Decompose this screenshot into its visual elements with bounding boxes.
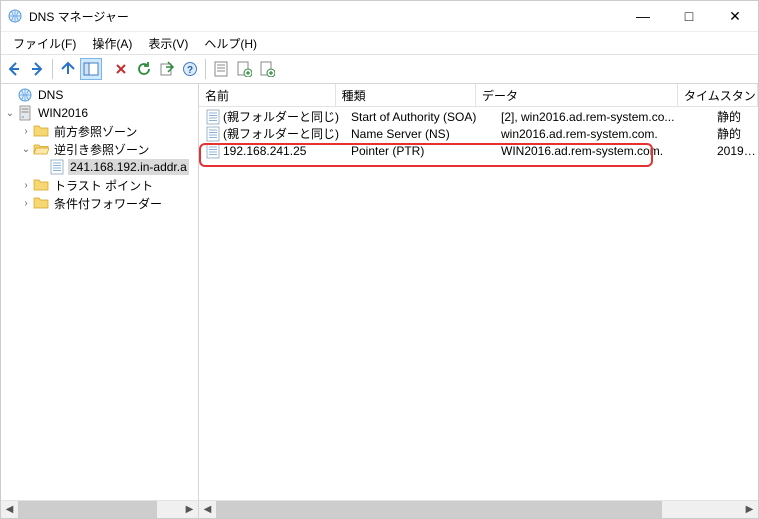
help-button[interactable] — [179, 58, 201, 80]
tree-label: DNS — [36, 87, 65, 103]
col-ts[interactable]: タイムスタンプ — [678, 84, 758, 106]
collapse-icon[interactable]: ⌄ — [19, 142, 33, 156]
nav-forward-button[interactable] — [26, 58, 48, 80]
record-icon — [205, 109, 221, 125]
scroll-right-icon[interactable]: ▶ — [181, 501, 198, 518]
tree-label: WIN2016 — [36, 105, 90, 121]
list-hscrollbar[interactable]: ◀ ▶ — [199, 500, 758, 518]
cell-name: (親フォルダーと同じ) — [223, 108, 339, 125]
new-record-button[interactable] — [233, 58, 255, 80]
window-controls: — □ ✕ — [620, 1, 758, 31]
body-area: ▷ DNS ⌄ WIN2016 › 前方参照ゾーン — [1, 84, 758, 518]
cell-data: WIN2016.ad.rem-system.com. — [495, 144, 711, 158]
dns-icon — [17, 87, 33, 103]
server-icon — [17, 105, 33, 121]
col-name[interactable]: 名前 — [199, 84, 336, 106]
cell-data: win2016.ad.rem-system.com. — [495, 127, 711, 141]
show-tree-button[interactable] — [80, 58, 102, 80]
tree[interactable]: ▷ DNS ⌄ WIN2016 › 前方参照ゾーン — [1, 84, 198, 500]
tree-label: 逆引き参照ゾーン — [52, 140, 151, 159]
folder-icon — [33, 195, 49, 211]
record-icon — [205, 143, 221, 159]
cell-type: Start of Authority (SOA) — [345, 110, 495, 124]
folder-icon — [33, 177, 49, 193]
expand-icon[interactable]: › — [19, 124, 33, 138]
col-data[interactable]: データ — [476, 84, 678, 106]
menu-view[interactable]: 表示(V) — [140, 33, 196, 54]
expand-icon[interactable]: › — [19, 196, 33, 210]
menu-action[interactable]: 操作(A) — [84, 33, 140, 54]
list-row[interactable]: (親フォルダーと同じ) Start of Authority (SOA) [2]… — [199, 108, 758, 125]
cell-type: Name Server (NS) — [345, 127, 495, 141]
dns-manager-window: DNS マネージャー — □ ✕ ファイル(F) 操作(A) 表示(V) ヘルプ… — [0, 0, 759, 519]
separator — [52, 59, 53, 79]
tree-label: 前方参照ゾーン — [52, 122, 139, 141]
tree-node-conditional-forwarders[interactable]: › 条件付フォワーダー — [1, 194, 198, 212]
window-title: DNS マネージャー — [29, 8, 620, 25]
list-panel: 名前 種類 データ タイムスタンプ (親フォルダーと同じ) Start of A… — [199, 84, 758, 518]
tree-node-reverse-zones[interactable]: ⌄ 逆引き参照ゾーン — [1, 140, 198, 158]
cell-ts: 静的 — [711, 125, 758, 142]
nav-up-button[interactable] — [57, 58, 79, 80]
nav-back-button[interactable] — [3, 58, 25, 80]
separator — [205, 59, 206, 79]
tree-panel: ▷ DNS ⌄ WIN2016 › 前方参照ゾーン — [1, 84, 199, 518]
menubar: ファイル(F) 操作(A) 表示(V) ヘルプ(H) — [1, 32, 758, 55]
tree-node-reverse-zone-item[interactable]: 241.168.192.in-addr.a — [1, 158, 198, 176]
folder-icon — [33, 123, 49, 139]
expand-icon[interactable]: › — [19, 178, 33, 192]
scroll-right-icon[interactable]: ▶ — [741, 501, 758, 518]
zone-icon — [49, 159, 65, 175]
dns-app-icon — [7, 8, 23, 24]
cell-ts: 2019/06/17 12 — [711, 144, 758, 158]
minimize-button[interactable]: — — [620, 1, 666, 31]
col-type[interactable]: 種類 — [336, 84, 476, 106]
menu-help[interactable]: ヘルプ(H) — [196, 33, 265, 54]
folder-open-icon — [33, 141, 49, 157]
cell-type: Pointer (PTR) — [345, 144, 495, 158]
list-header: 名前 種類 データ タイムスタンプ — [199, 84, 758, 107]
menu-file[interactable]: ファイル(F) — [5, 33, 84, 54]
maximize-button[interactable]: □ — [666, 1, 712, 31]
tree-label: トラスト ポイント — [52, 176, 155, 195]
list-row[interactable]: 192.168.241.25 Pointer (PTR) WIN2016.ad.… — [199, 142, 758, 159]
toolbar — [1, 55, 758, 84]
cell-name: (親フォルダーと同じ) — [223, 125, 339, 142]
export-button[interactable] — [156, 58, 178, 80]
cell-ts: 静的 — [711, 108, 758, 125]
tree-node-server[interactable]: ⌄ WIN2016 — [1, 104, 198, 122]
refresh-button[interactable] — [133, 58, 155, 80]
tree-node-forward-zones[interactable]: › 前方参照ゾーン — [1, 122, 198, 140]
new-record-button-2[interactable] — [256, 58, 278, 80]
tree-node-trust-points[interactable]: › トラスト ポイント — [1, 176, 198, 194]
cell-data: [2], win2016.ad.rem-system.co... — [495, 110, 711, 124]
tree-label: 241.168.192.in-addr.a — [68, 159, 189, 175]
record-icon — [205, 126, 221, 142]
close-button[interactable]: ✕ — [712, 1, 758, 31]
cell-name: 192.168.241.25 — [223, 144, 306, 158]
tree-hscrollbar[interactable]: ◀ ▶ — [1, 500, 198, 518]
list-row[interactable]: (親フォルダーと同じ) Name Server (NS) win2016.ad.… — [199, 125, 758, 142]
delete-button[interactable] — [110, 58, 132, 80]
titlebar: DNS マネージャー — □ ✕ — [1, 1, 758, 32]
list-body[interactable]: (親フォルダーと同じ) Start of Authority (SOA) [2]… — [199, 107, 758, 500]
tree-node-dns[interactable]: ▷ DNS — [1, 86, 198, 104]
scroll-left-icon[interactable]: ◀ — [199, 501, 216, 518]
collapse-icon[interactable]: ⌄ — [3, 106, 17, 120]
scroll-left-icon[interactable]: ◀ — [1, 501, 18, 518]
properties-button[interactable] — [210, 58, 232, 80]
tree-label: 条件付フォワーダー — [52, 194, 164, 213]
